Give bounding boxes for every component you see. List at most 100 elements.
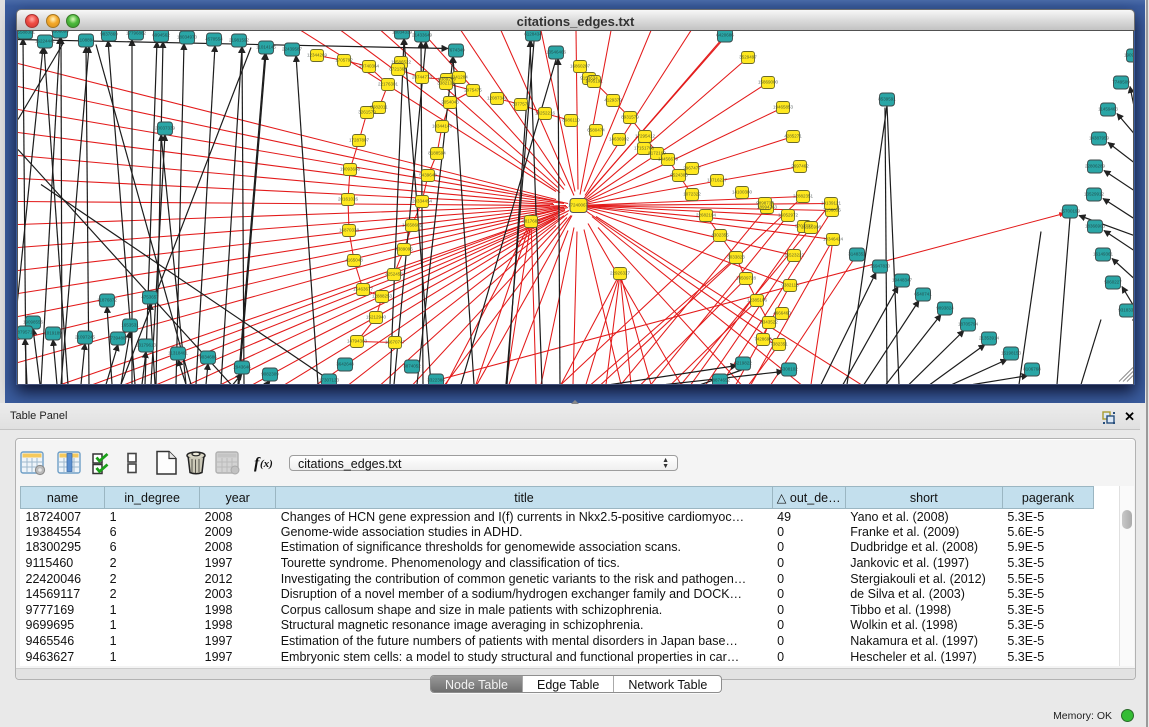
- svg-text:3377578: 3377578: [512, 102, 530, 107]
- svg-text:17796882: 17796882: [126, 31, 147, 36]
- svg-text:2967477: 2967477: [683, 166, 701, 171]
- svg-text:16947830: 16947830: [870, 264, 891, 269]
- svg-text:22682194: 22682194: [696, 213, 717, 218]
- svg-text:20161026: 20161026: [338, 197, 359, 202]
- svg-text:6994562: 6994562: [152, 33, 170, 38]
- svg-text:4165048: 4165048: [345, 258, 363, 263]
- svg-text:22176301: 22176301: [378, 82, 399, 87]
- svg-text:3642648: 3642648: [336, 362, 354, 367]
- svg-text:15212940: 15212940: [366, 315, 387, 320]
- svg-text:15700199: 15700199: [1060, 209, 1081, 214]
- svg-text:3033823: 3033823: [727, 255, 745, 260]
- svg-text:17295412: 17295412: [635, 134, 656, 139]
- svg-text:9893824: 9893824: [936, 306, 954, 311]
- svg-text:7749509: 7749509: [1112, 80, 1130, 85]
- svg-text:20744773: 20744773: [412, 75, 433, 80]
- svg-text:4285271: 4285271: [784, 134, 802, 139]
- svg-text:16870338: 16870338: [339, 228, 360, 233]
- svg-text:1241284: 1241284: [450, 75, 468, 80]
- svg-text:7389096: 7389096: [395, 247, 413, 252]
- svg-text:3322386: 3322386: [427, 378, 445, 383]
- svg-text:6524305: 6524305: [670, 173, 688, 178]
- svg-text:16224441: 16224441: [35, 39, 56, 44]
- svg-text:19139121: 19139121: [821, 201, 842, 206]
- svg-text:14794303: 14794303: [347, 339, 368, 344]
- svg-text:18034970: 18034970: [177, 35, 198, 40]
- svg-text:4129379: 4129379: [604, 98, 622, 103]
- svg-text:1108894: 1108894: [77, 38, 95, 43]
- svg-text:8188594: 8188594: [428, 151, 446, 156]
- svg-text:18366963: 18366963: [1085, 224, 1106, 229]
- svg-text:8172169: 8172169: [648, 151, 666, 156]
- svg-text:19098556: 19098556: [23, 320, 44, 325]
- svg-text:2943646: 2943646: [233, 365, 251, 370]
- svg-text:15198153: 15198153: [1001, 351, 1022, 356]
- svg-text:17240067: 17240067: [568, 203, 589, 208]
- svg-text:13546466: 13546466: [546, 50, 567, 55]
- svg-text:16670747: 16670747: [385, 340, 406, 345]
- svg-text:7382351: 7382351: [770, 342, 788, 347]
- svg-text:19465853: 19465853: [773, 105, 794, 110]
- svg-text:16052972: 16052972: [778, 213, 799, 218]
- svg-text:20037339: 20037339: [155, 126, 176, 131]
- svg-text:17287807: 17287807: [349, 138, 370, 143]
- svg-text:20334454: 20334454: [412, 199, 433, 204]
- svg-text:12087340: 12087340: [487, 96, 508, 101]
- svg-text:5219822: 5219822: [734, 361, 752, 366]
- svg-text:1653531: 1653531: [121, 323, 139, 328]
- svg-text:6580474: 6580474: [587, 128, 605, 133]
- svg-text:14387959: 14387959: [1089, 136, 1110, 141]
- svg-text:19093688: 19093688: [340, 167, 361, 172]
- svg-text:8931579: 8931579: [621, 115, 639, 120]
- svg-text:3261579: 3261579: [358, 110, 376, 115]
- svg-text:4570554: 4570554: [205, 37, 223, 42]
- svg-text:6128434: 6128434: [524, 32, 542, 37]
- svg-text:1705792: 1705792: [335, 58, 353, 63]
- svg-text:9382113: 9382113: [781, 283, 799, 288]
- svg-text:20740364: 20740364: [359, 64, 380, 69]
- svg-text:19095773: 19095773: [1124, 53, 1134, 58]
- svg-text:16149361: 16149361: [1093, 252, 1114, 257]
- svg-text:12344269: 12344269: [307, 53, 328, 58]
- svg-text:19586522: 19586522: [391, 60, 412, 65]
- svg-text:6540741: 6540741: [914, 292, 932, 297]
- svg-text:22806289: 22806289: [1085, 164, 1106, 169]
- svg-text:13529912: 13529912: [1084, 192, 1105, 197]
- svg-text:21353914: 21353914: [979, 336, 1000, 341]
- svg-text:19448347: 19448347: [892, 278, 913, 283]
- svg-text:2975475: 2975475: [464, 88, 482, 93]
- svg-text:18034339: 18034339: [392, 31, 413, 35]
- svg-text:15869000: 15869000: [758, 80, 779, 85]
- svg-text:2697462: 2697462: [791, 164, 809, 169]
- svg-text:1072322: 1072322: [683, 192, 701, 197]
- svg-text:22882351: 22882351: [793, 194, 814, 199]
- svg-text:5308102: 5308102: [780, 367, 798, 372]
- svg-text:14100380: 14100380: [732, 190, 753, 195]
- svg-text:22926327: 22926327: [610, 271, 631, 276]
- svg-text:3148352: 3148352: [848, 252, 866, 257]
- svg-text:14658665: 14658665: [402, 223, 423, 228]
- svg-text:9837869: 9837869: [100, 32, 118, 37]
- svg-text:3529497: 3529497: [739, 55, 757, 60]
- svg-text:9898737: 9898737: [756, 201, 774, 206]
- svg-text:4753657: 4753657: [141, 295, 159, 300]
- svg-text:8539591: 8539591: [878, 97, 896, 102]
- svg-text:4666460: 4666460: [773, 311, 791, 316]
- svg-text:18795716: 18795716: [18, 330, 36, 335]
- svg-text:17307133: 17307133: [319, 378, 340, 383]
- svg-text:4302355: 4302355: [711, 233, 729, 238]
- svg-text:12888253: 12888253: [372, 294, 393, 299]
- svg-text:18874652: 18874652: [710, 378, 731, 383]
- svg-text:9318332: 9318332: [1118, 308, 1134, 313]
- svg-text:8106768: 8106768: [1023, 367, 1041, 372]
- svg-text:3382132: 3382132: [437, 81, 455, 86]
- svg-text:12385106: 12385106: [747, 298, 768, 303]
- svg-text:1495191: 1495191: [585, 79, 603, 84]
- svg-text:3874052: 3874052: [403, 364, 421, 369]
- svg-text:14456679: 14456679: [658, 157, 679, 162]
- svg-text:9343522: 9343522: [760, 320, 778, 325]
- svg-text:15463677: 15463677: [353, 287, 374, 292]
- svg-text:14636992: 14636992: [609, 137, 630, 142]
- svg-text:10344146: 10344146: [432, 124, 453, 129]
- svg-text:11876872: 11876872: [97, 298, 117, 303]
